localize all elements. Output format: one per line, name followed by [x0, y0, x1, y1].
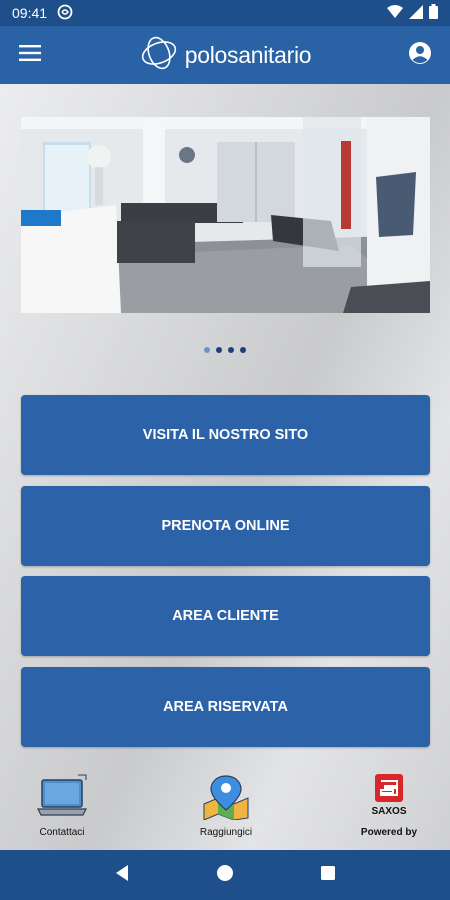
contact-shortcut[interactable]: Contattaci [7, 774, 117, 838]
logo-orbit-icon [139, 35, 179, 76]
app-logo: polosanitario [60, 35, 390, 76]
back-triangle-icon [114, 864, 130, 887]
menu-button[interactable] [0, 26, 60, 84]
directions-label: Raggiungici [199, 827, 253, 838]
carousel-indicator [0, 347, 450, 353]
system-nav-bar [0, 850, 450, 900]
account-icon [408, 41, 432, 70]
account-button[interactable] [390, 26, 450, 84]
carousel-dot[interactable] [228, 347, 234, 353]
book-online-button[interactable]: PRENOTA ONLINE [21, 486, 430, 566]
powered-by-label: Powered by [360, 827, 418, 838]
status-bar: 09:41 [0, 0, 450, 26]
saxos-brand: SAXOS [371, 806, 406, 817]
powered-by-saxos[interactable]: SAXOS Powered by [334, 774, 444, 838]
carousel-dot[interactable] [240, 347, 246, 353]
carousel-dot[interactable] [216, 347, 222, 353]
directions-shortcut[interactable]: Raggiungici [171, 774, 281, 838]
logo-text: polosanitario [184, 41, 312, 68]
recents-square-icon [320, 865, 336, 886]
main-content: VISITA IL NOSTRO SITO PRENOTA ONLINE ARE… [0, 84, 450, 850]
hero-carousel-image[interactable] [21, 117, 430, 313]
client-area-button[interactable]: AREA CLIENTE [21, 576, 430, 656]
reserved-area-button[interactable]: AREA RISERVATA [21, 667, 430, 747]
signal-icon [409, 4, 423, 22]
saxos-logo: SAXOS [363, 774, 415, 825]
laptop-icon [36, 774, 88, 825]
app-bar: polosanitario [0, 26, 450, 84]
battery-icon [429, 4, 438, 22]
carousel-dot-active[interactable] [204, 347, 210, 353]
contact-label: Contattaci [39, 827, 85, 838]
home-circle-icon [216, 864, 234, 887]
hamburger-icon [19, 44, 41, 67]
home-button[interactable] [205, 855, 245, 895]
recents-button[interactable] [308, 855, 348, 895]
back-button[interactable] [102, 855, 142, 895]
map-pin-icon [200, 774, 252, 825]
wifi-icon [387, 4, 403, 22]
notification-icon [57, 4, 73, 23]
visit-site-button[interactable]: VISITA IL NOSTRO SITO [21, 395, 430, 475]
status-time: 09:41 [12, 5, 48, 21]
